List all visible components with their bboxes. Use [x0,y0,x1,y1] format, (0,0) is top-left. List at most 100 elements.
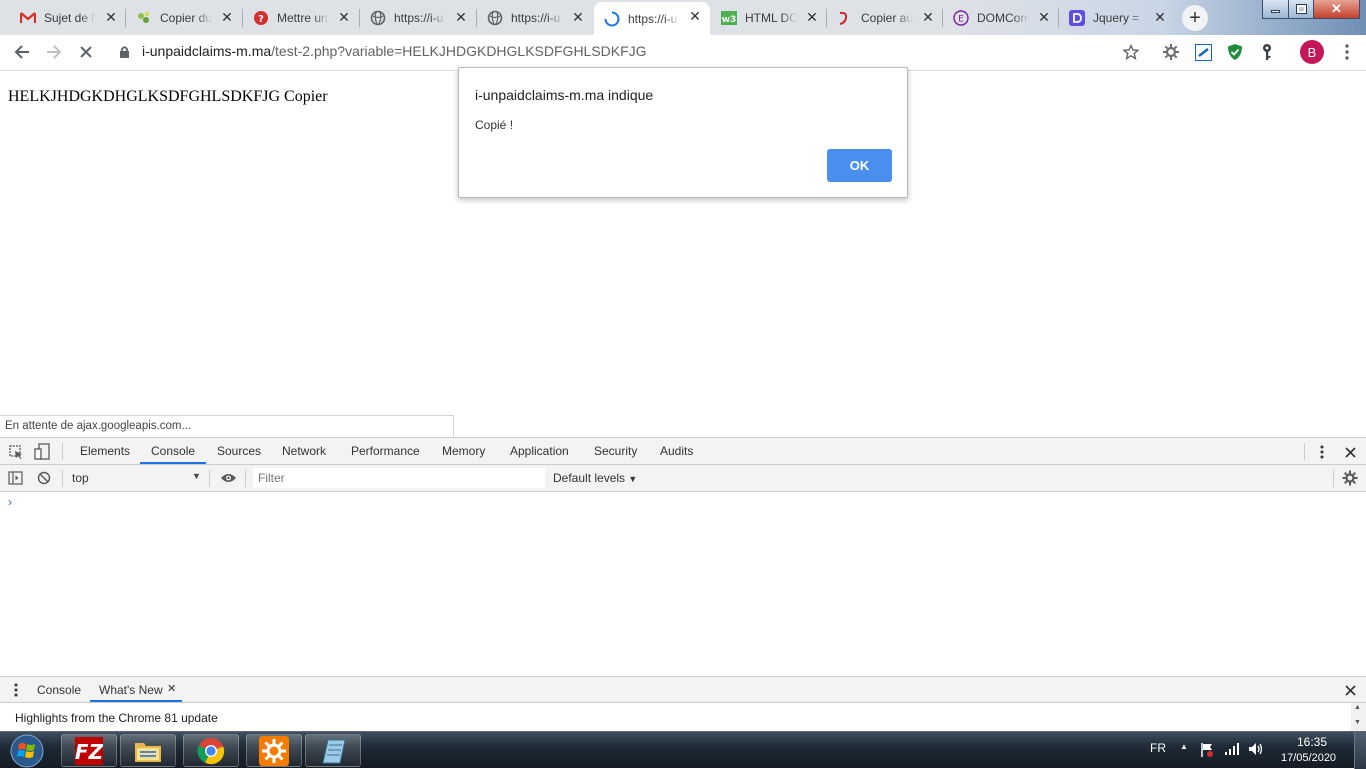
clock-date[interactable]: 17/05/2020 [1281,752,1336,764]
devtools-tab-sources[interactable]: Sources [217,444,261,458]
taskbar-filezilla[interactable]: FZ [61,734,117,767]
browser-tab[interactable]: w3 HTML DO ✕ [711,3,827,32]
browser-tab-active[interactable]: https://i-u ✕ [594,2,710,35]
tab-title: Copier au [861,10,913,25]
close-window-button[interactable]: ✕ [1313,0,1360,19]
close-icon[interactable]: ✕ [688,9,702,23]
menu-dots-icon[interactable] [1337,42,1357,62]
devtools-tab-elements[interactable]: Elements [80,444,130,458]
clear-console-icon[interactable] [35,469,53,487]
action-center-flag-icon[interactable] [1200,742,1214,758]
device-toolbar-icon[interactable] [33,442,51,460]
browser-tab[interactable]: Jquery = ✕ [1059,3,1175,32]
devtools-tab-console[interactable]: Console [151,444,195,458]
restore-button[interactable] [1288,0,1314,19]
context-selector[interactable]: top [72,471,89,485]
browser-tab[interactable]: Sujet de l' ✕ [10,3,126,32]
browser-tab[interactable]: Copier du ✕ [126,3,242,32]
close-window-icon: ✕ [1331,1,1342,16]
browser-tab[interactable]: https://i-u ✕ [477,3,593,32]
show-hidden-icons-icon[interactable]: ▲ [1180,742,1188,751]
bookmark-star-icon[interactable] [1121,42,1141,62]
log-levels-dropdown[interactable]: Default levels ▼ [553,471,637,485]
devtools-tab-application[interactable]: Application [510,444,569,458]
profile-avatar[interactable]: B [1300,40,1324,64]
browser-tab[interactable]: ? Mettre un ✕ [243,3,359,32]
devtools-tab-bar: Elements Console Sources Network Perform… [0,438,1366,465]
minimize-icon [1271,10,1280,13]
close-icon[interactable]: ✕ [1037,10,1051,24]
drawer-tab-whats-new[interactable]: What's New [99,683,163,697]
close-icon[interactable]: ✕ [454,10,468,24]
whats-new-highlights: Highlights from the Chrome 81 update [15,711,218,725]
settings-gear-icon[interactable] [1341,469,1359,487]
minimize-button[interactable] [1262,0,1289,19]
status-bubble: En attente de ajax.googleapis.com... [0,415,454,437]
key-icon[interactable] [1257,42,1277,62]
devtools-tab-memory[interactable]: Memory [442,444,485,458]
file-explorer-icon [135,742,161,762]
taskbar-chrome[interactable] [183,734,239,767]
taskbar-file-explorer[interactable] [120,734,176,767]
devtools-tab-security[interactable]: Security [594,444,637,458]
taskbar-notepad[interactable] [305,734,361,767]
sidebar-toggle-icon[interactable] [6,469,24,487]
help-icon: ? [253,10,269,26]
show-desktop-button[interactable] [1354,732,1366,769]
shield-icon[interactable] [1225,42,1245,62]
clock-time[interactable]: 16:35 [1297,735,1327,749]
close-icon[interactable]: ✕ [1153,10,1167,24]
filezilla-icon: FZ [75,736,103,765]
svg-text:?: ? [258,14,264,25]
inspect-element-icon[interactable] [7,443,25,461]
devtools-tab-audits[interactable]: Audits [660,444,693,458]
close-icon[interactable]: ✕ [921,10,935,24]
language-indicator[interactable]: FR [1150,741,1166,755]
stop-loading-button[interactable] [72,38,100,66]
devtools-tab-network[interactable]: Network [282,444,326,458]
extension-s-icon[interactable] [1193,42,1213,62]
devtools-tab-performance[interactable]: Performance [351,444,420,458]
forward-arrow-icon [47,45,62,59]
w3-icon: w3 [721,10,737,26]
console-prompt[interactable]: › [8,495,12,509]
scrollbar[interactable]: ▲ ▼ [1351,703,1366,732]
close-icon[interactable]: ✕ [337,10,351,24]
back-button[interactable] [8,38,36,66]
browser-tab[interactable]: https://i-u ✕ [360,3,476,32]
volume-icon[interactable] [1248,742,1264,756]
close-icon[interactable]: ✕ [167,682,176,695]
divider [209,470,210,487]
ok-button[interactable]: OK [827,149,892,182]
network-signal-icon[interactable] [1224,742,1240,756]
dialog-title: i-unpaidclaims-m.ma indique [475,87,654,103]
start-button[interactable] [4,732,50,769]
lock-icon[interactable] [119,45,130,59]
windows-taskbar: FZ FR ▲ 16:35 17/05/2020 [0,731,1366,769]
devtools-menu-icon[interactable] [1313,443,1331,461]
divider [62,443,63,460]
close-drawer-icon[interactable] [1341,681,1359,699]
scroll-up-icon[interactable]: ▲ [1354,704,1361,711]
address-bar[interactable]: i-unpaidclaims-m.ma/test-2.php?variable=… [142,43,647,59]
scroll-down-icon[interactable]: ▼ [1354,719,1361,726]
forward-button[interactable] [40,38,68,66]
drawer-tab-console[interactable]: Console [37,683,81,697]
close-icon[interactable]: ✕ [220,10,234,24]
close-icon[interactable]: ✕ [805,10,819,24]
filter-input[interactable] [253,468,545,488]
back-arrow-icon [14,45,29,59]
taskbar-settings-app[interactable] [246,734,302,767]
close-icon[interactable]: ✕ [571,10,585,24]
browser-tab[interactable]: E DOMCont ✕ [943,3,1059,32]
close-icon[interactable]: ✕ [104,10,118,24]
eye-icon[interactable] [219,469,237,487]
close-devtools-icon[interactable] [1341,443,1359,461]
new-tab-button[interactable]: + [1182,5,1208,31]
console-toolbar: top ▼ Default levels ▼ [0,465,1366,492]
extension-gear-icon[interactable] [1161,42,1181,62]
drawer-menu-icon[interactable] [7,681,25,699]
chevron-down-icon[interactable]: ▼ [192,471,201,481]
browser-tab[interactable]: Copier au ✕ [827,3,943,32]
divider [1304,443,1305,460]
